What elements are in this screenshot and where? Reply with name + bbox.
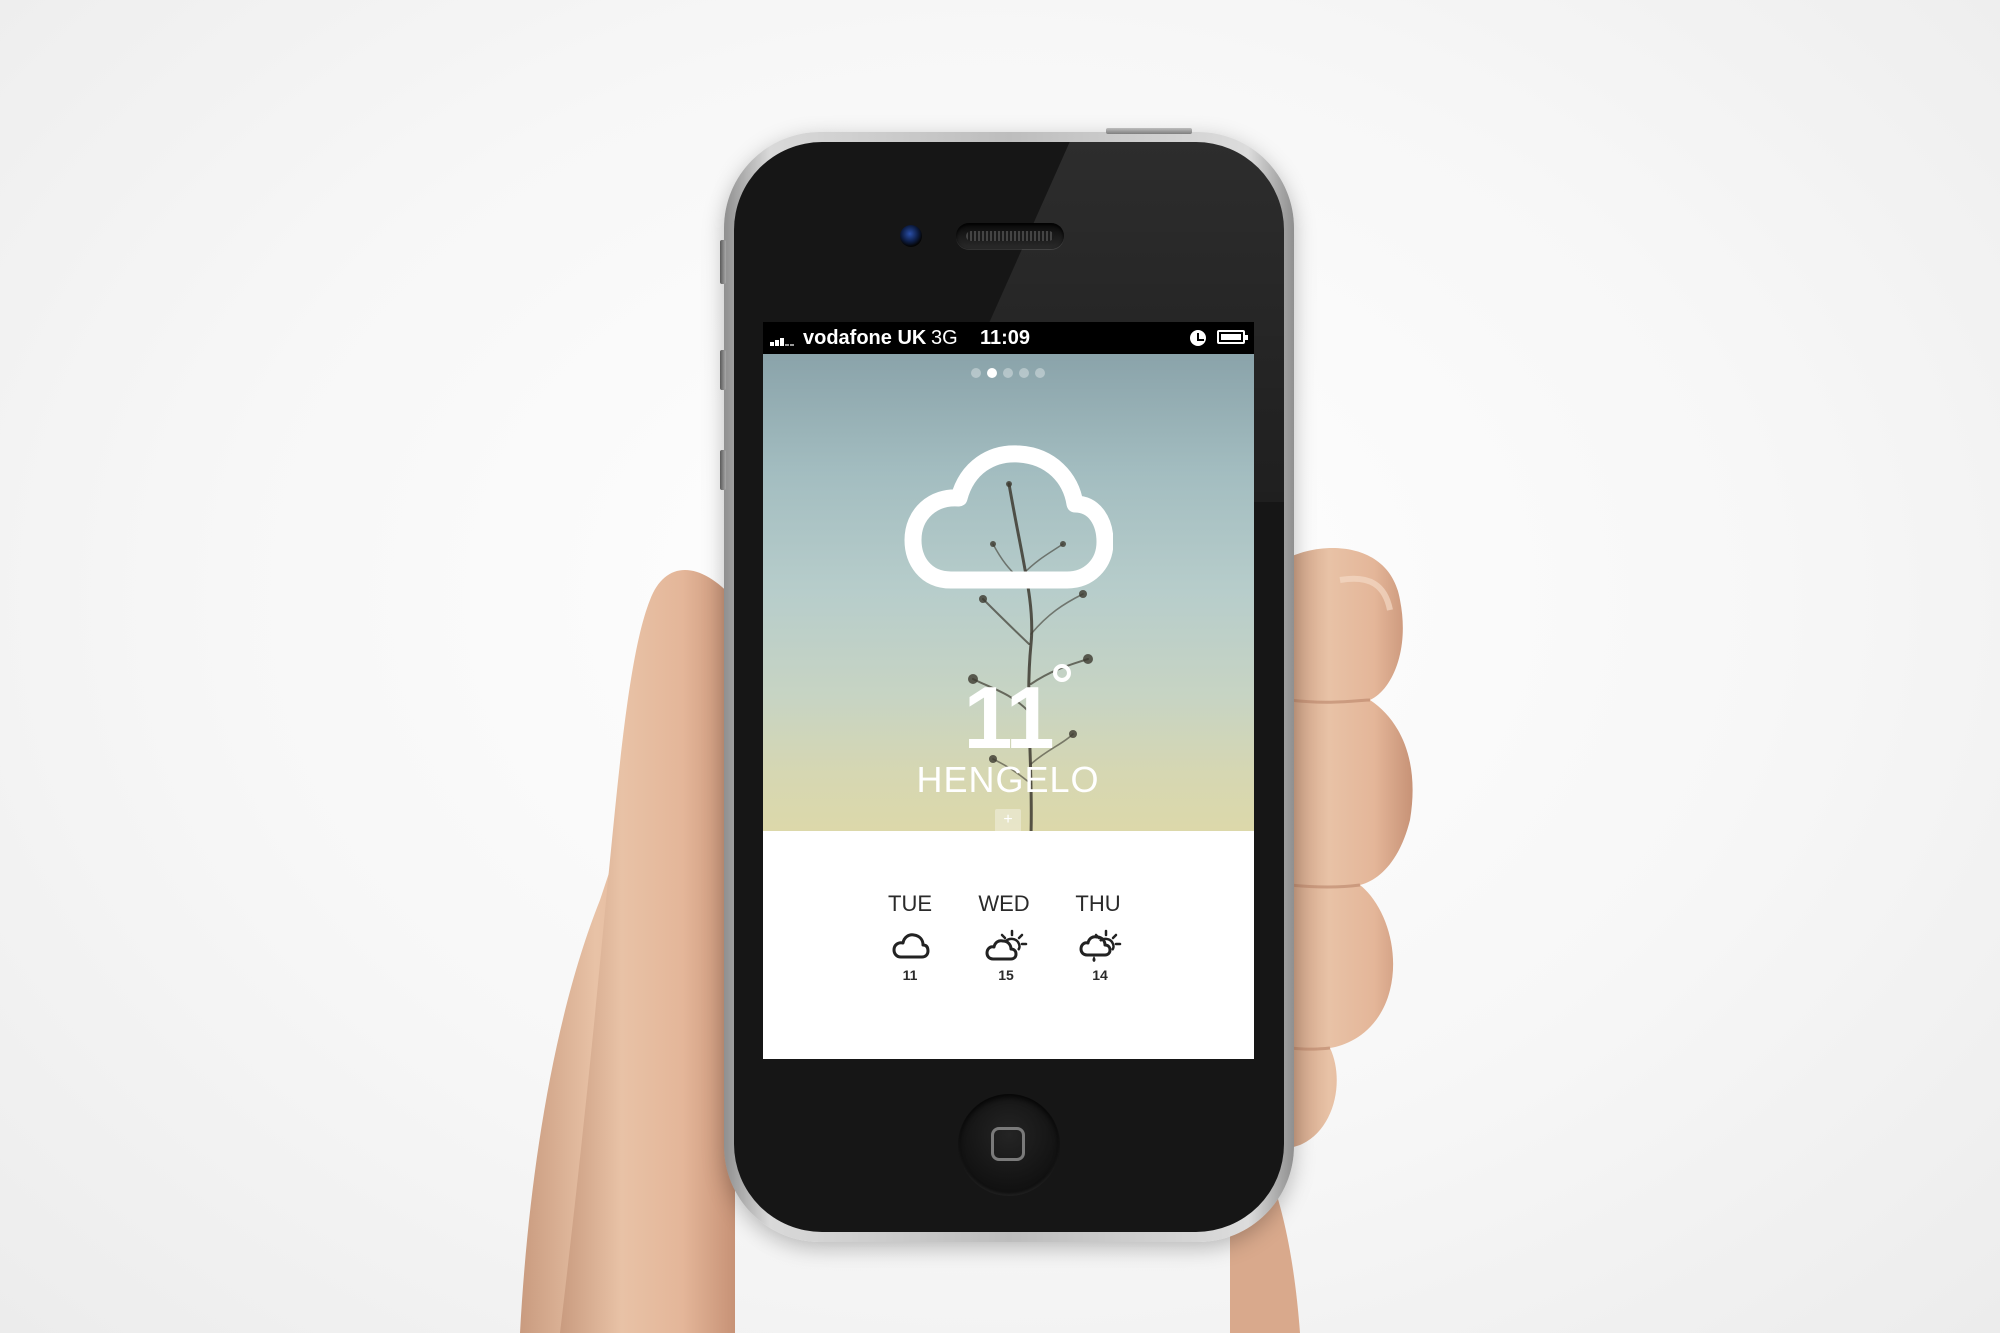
camera-icon	[900, 225, 922, 247]
carrier-label: vodafone UK	[803, 327, 927, 349]
partly-sunny-icon	[985, 929, 1028, 961]
forecast-temp: 14	[1092, 967, 1108, 983]
forecast-day: TUE	[888, 891, 932, 916]
forecast-day: WED	[978, 891, 1030, 916]
forecast-panel: TUE 11 WED 15 THU 14	[763, 831, 1254, 1059]
status-bar: vodafone UK 3G 11:09	[763, 322, 1254, 354]
signal-icon	[770, 332, 800, 346]
network-label: 3G	[931, 327, 958, 349]
current-temperature: 11	[963, 668, 1054, 767]
add-city-button[interactable]: +	[995, 809, 1021, 831]
mute-switch[interactable]	[720, 240, 726, 284]
forecast-temp: 11	[902, 967, 918, 983]
battery-icon	[1217, 330, 1248, 344]
power-button[interactable]	[1106, 128, 1192, 134]
status-time: 11:09	[980, 327, 1031, 349]
speaker-grille	[956, 223, 1064, 249]
volume-down-button[interactable]	[720, 450, 726, 490]
cloud-icon	[904, 445, 1113, 589]
current-weather-panel[interactable]: 11 HENGELO +	[763, 354, 1254, 831]
cloud-icon	[892, 933, 930, 959]
home-square-icon	[991, 1127, 1025, 1161]
city-name: HENGELO	[916, 759, 1100, 800]
degree-icon	[1053, 664, 1071, 682]
screen: vodafone UK 3G 11:09 11 HENGELO + TUE 11…	[763, 322, 1254, 1059]
volume-up-button[interactable]	[720, 350, 726, 390]
clock-icon	[1190, 330, 1206, 346]
sun-rain-icon	[1079, 929, 1122, 962]
forecast-day: THU	[1075, 891, 1121, 916]
page-indicator[interactable]	[971, 368, 1051, 380]
forecast-temp: 15	[998, 967, 1014, 983]
